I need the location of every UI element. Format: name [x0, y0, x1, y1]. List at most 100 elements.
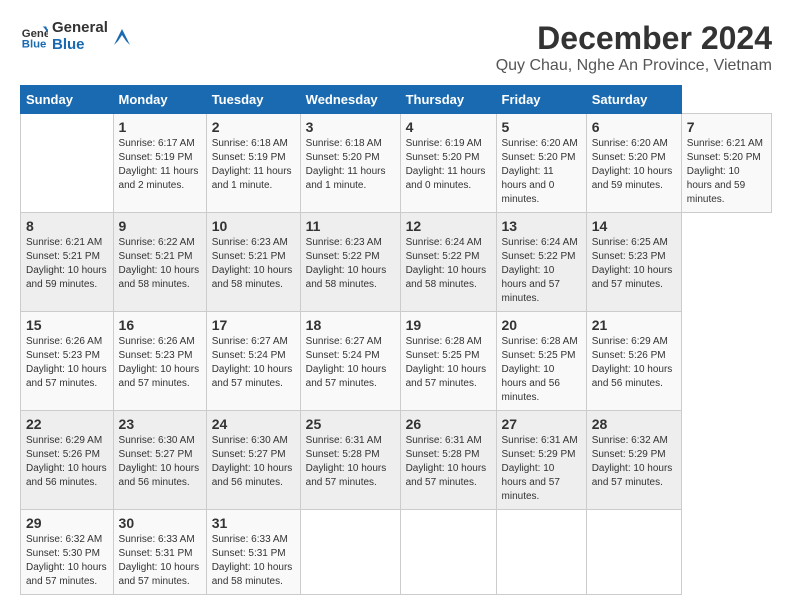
- day-info: Sunrise: 6:31 AM Sunset: 5:28 PM Dayligh…: [406, 434, 491, 490]
- day-info: Sunrise: 6:17 AM Sunset: 5:19 PM Dayligh…: [119, 137, 201, 193]
- col-monday: Monday: [113, 86, 206, 114]
- day-info: Sunrise: 6:26 AM Sunset: 5:23 PM Dayligh…: [119, 335, 201, 391]
- calendar-cell: [300, 510, 400, 595]
- day-info: Sunrise: 6:21 AM Sunset: 5:21 PM Dayligh…: [26, 236, 108, 292]
- calendar-cell: 9 Sunrise: 6:22 AM Sunset: 5:21 PM Dayli…: [113, 213, 206, 312]
- day-info: Sunrise: 6:26 AM Sunset: 5:23 PM Dayligh…: [26, 335, 108, 391]
- day-number: 4: [406, 119, 491, 135]
- page-title: December 2024: [496, 20, 772, 57]
- day-number: 7: [687, 119, 766, 135]
- day-number: 22: [26, 416, 108, 432]
- calendar-cell: 8 Sunrise: 6:21 AM Sunset: 5:21 PM Dayli…: [21, 213, 114, 312]
- day-number: 27: [502, 416, 581, 432]
- day-number: 18: [306, 317, 395, 333]
- calendar-week-row: 15 Sunrise: 6:26 AM Sunset: 5:23 PM Dayl…: [21, 312, 772, 411]
- day-info: Sunrise: 6:30 AM Sunset: 5:27 PM Dayligh…: [212, 434, 295, 490]
- day-info: Sunrise: 6:18 AM Sunset: 5:20 PM Dayligh…: [306, 137, 395, 193]
- calendar-cell: 29 Sunrise: 6:32 AM Sunset: 5:30 PM Dayl…: [21, 510, 114, 595]
- day-number: 31: [212, 515, 295, 531]
- calendar-cell: 6 Sunrise: 6:20 AM Sunset: 5:20 PM Dayli…: [586, 114, 681, 213]
- day-info: Sunrise: 6:28 AM Sunset: 5:25 PM Dayligh…: [406, 335, 491, 391]
- day-number: 3: [306, 119, 395, 135]
- page-subtitle: Quy Chau, Nghe An Province, Vietnam: [496, 57, 772, 75]
- col-tuesday: Tuesday: [206, 86, 300, 114]
- day-info: Sunrise: 6:27 AM Sunset: 5:24 PM Dayligh…: [306, 335, 395, 391]
- day-info: Sunrise: 6:33 AM Sunset: 5:31 PM Dayligh…: [212, 533, 295, 589]
- day-info: Sunrise: 6:21 AM Sunset: 5:20 PM Dayligh…: [687, 137, 766, 207]
- day-info: Sunrise: 6:18 AM Sunset: 5:19 PM Dayligh…: [212, 137, 295, 193]
- day-number: 8: [26, 218, 108, 234]
- day-number: 21: [592, 317, 676, 333]
- day-number: 24: [212, 416, 295, 432]
- day-info: Sunrise: 6:28 AM Sunset: 5:25 PM Dayligh…: [502, 335, 581, 405]
- day-number: 26: [406, 416, 491, 432]
- day-info: Sunrise: 6:29 AM Sunset: 5:26 PM Dayligh…: [26, 434, 108, 490]
- calendar-cell: 27 Sunrise: 6:31 AM Sunset: 5:29 PM Dayl…: [496, 411, 586, 510]
- calendar-cell: 21 Sunrise: 6:29 AM Sunset: 5:26 PM Dayl…: [586, 312, 681, 411]
- day-number: 30: [119, 515, 201, 531]
- calendar-week-row: 8 Sunrise: 6:21 AM Sunset: 5:21 PM Dayli…: [21, 213, 772, 312]
- calendar-week-row: 22 Sunrise: 6:29 AM Sunset: 5:26 PM Dayl…: [21, 411, 772, 510]
- calendar-cell: 5 Sunrise: 6:20 AM Sunset: 5:20 PM Dayli…: [496, 114, 586, 213]
- calendar-cell: 11 Sunrise: 6:23 AM Sunset: 5:22 PM Dayl…: [300, 213, 400, 312]
- logo-text-blue: Blue: [52, 37, 108, 54]
- day-info: Sunrise: 6:32 AM Sunset: 5:30 PM Dayligh…: [26, 533, 108, 589]
- calendar-cell: 18 Sunrise: 6:27 AM Sunset: 5:24 PM Dayl…: [300, 312, 400, 411]
- day-info: Sunrise: 6:23 AM Sunset: 5:21 PM Dayligh…: [212, 236, 295, 292]
- calendar-cell: 14 Sunrise: 6:25 AM Sunset: 5:23 PM Dayl…: [586, 213, 681, 312]
- day-info: Sunrise: 6:25 AM Sunset: 5:23 PM Dayligh…: [592, 236, 676, 292]
- logo-text-general: General: [52, 20, 108, 37]
- day-number: 25: [306, 416, 395, 432]
- day-number: 5: [502, 119, 581, 135]
- calendar-cell: 30 Sunrise: 6:33 AM Sunset: 5:31 PM Dayl…: [113, 510, 206, 595]
- day-info: Sunrise: 6:32 AM Sunset: 5:29 PM Dayligh…: [592, 434, 676, 490]
- calendar-cell: 23 Sunrise: 6:30 AM Sunset: 5:27 PM Dayl…: [113, 411, 206, 510]
- day-info: Sunrise: 6:20 AM Sunset: 5:20 PM Dayligh…: [592, 137, 676, 193]
- day-number: 20: [502, 317, 581, 333]
- day-info: Sunrise: 6:24 AM Sunset: 5:22 PM Dayligh…: [406, 236, 491, 292]
- calendar-cell: 31 Sunrise: 6:33 AM Sunset: 5:31 PM Dayl…: [206, 510, 300, 595]
- logo-icon: General Blue: [20, 23, 48, 51]
- day-number: 14: [592, 218, 676, 234]
- title-block: December 2024 Quy Chau, Nghe An Province…: [496, 20, 772, 75]
- calendar-cell: [496, 510, 586, 595]
- day-number: 9: [119, 218, 201, 234]
- col-wednesday: Wednesday: [300, 86, 400, 114]
- day-info: Sunrise: 6:31 AM Sunset: 5:28 PM Dayligh…: [306, 434, 395, 490]
- svg-text:Blue: Blue: [22, 38, 47, 50]
- day-number: 11: [306, 218, 395, 234]
- day-number: 2: [212, 119, 295, 135]
- day-info: Sunrise: 6:24 AM Sunset: 5:22 PM Dayligh…: [502, 236, 581, 306]
- calendar-cell: 13 Sunrise: 6:24 AM Sunset: 5:22 PM Dayl…: [496, 213, 586, 312]
- col-saturday: Saturday: [586, 86, 681, 114]
- col-thursday: Thursday: [400, 86, 496, 114]
- day-number: 10: [212, 218, 295, 234]
- calendar-cell: 15 Sunrise: 6:26 AM Sunset: 5:23 PM Dayl…: [21, 312, 114, 411]
- calendar-cell: 2 Sunrise: 6:18 AM Sunset: 5:19 PM Dayli…: [206, 114, 300, 213]
- day-info: Sunrise: 6:22 AM Sunset: 5:21 PM Dayligh…: [119, 236, 201, 292]
- day-info: Sunrise: 6:23 AM Sunset: 5:22 PM Dayligh…: [306, 236, 395, 292]
- day-number: 19: [406, 317, 491, 333]
- logo: General Blue General Blue: [20, 20, 132, 53]
- day-number: 17: [212, 317, 295, 333]
- calendar-week-row: 29 Sunrise: 6:32 AM Sunset: 5:30 PM Dayl…: [21, 510, 772, 595]
- calendar-cell: 1 Sunrise: 6:17 AM Sunset: 5:19 PM Dayli…: [113, 114, 206, 213]
- day-number: 6: [592, 119, 676, 135]
- calendar-cell: 7 Sunrise: 6:21 AM Sunset: 5:20 PM Dayli…: [681, 114, 771, 213]
- day-number: 16: [119, 317, 201, 333]
- calendar-cell: 17 Sunrise: 6:27 AM Sunset: 5:24 PM Dayl…: [206, 312, 300, 411]
- calendar-cell: [400, 510, 496, 595]
- day-number: 12: [406, 218, 491, 234]
- calendar-cell: 10 Sunrise: 6:23 AM Sunset: 5:21 PM Dayl…: [206, 213, 300, 312]
- calendar-cell: 4 Sunrise: 6:19 AM Sunset: 5:20 PM Dayli…: [400, 114, 496, 213]
- day-info: Sunrise: 6:27 AM Sunset: 5:24 PM Dayligh…: [212, 335, 295, 391]
- calendar-cell: 26 Sunrise: 6:31 AM Sunset: 5:28 PM Dayl…: [400, 411, 496, 510]
- day-info: Sunrise: 6:30 AM Sunset: 5:27 PM Dayligh…: [119, 434, 201, 490]
- calendar-header-row: Sunday Monday Tuesday Wednesday Thursday…: [21, 86, 772, 114]
- day-number: 29: [26, 515, 108, 531]
- calendar-table: Sunday Monday Tuesday Wednesday Thursday…: [20, 85, 772, 595]
- day-number: 15: [26, 317, 108, 333]
- day-info: Sunrise: 6:31 AM Sunset: 5:29 PM Dayligh…: [502, 434, 581, 504]
- day-number: 1: [119, 119, 201, 135]
- logo-arrow-icon: [112, 27, 132, 47]
